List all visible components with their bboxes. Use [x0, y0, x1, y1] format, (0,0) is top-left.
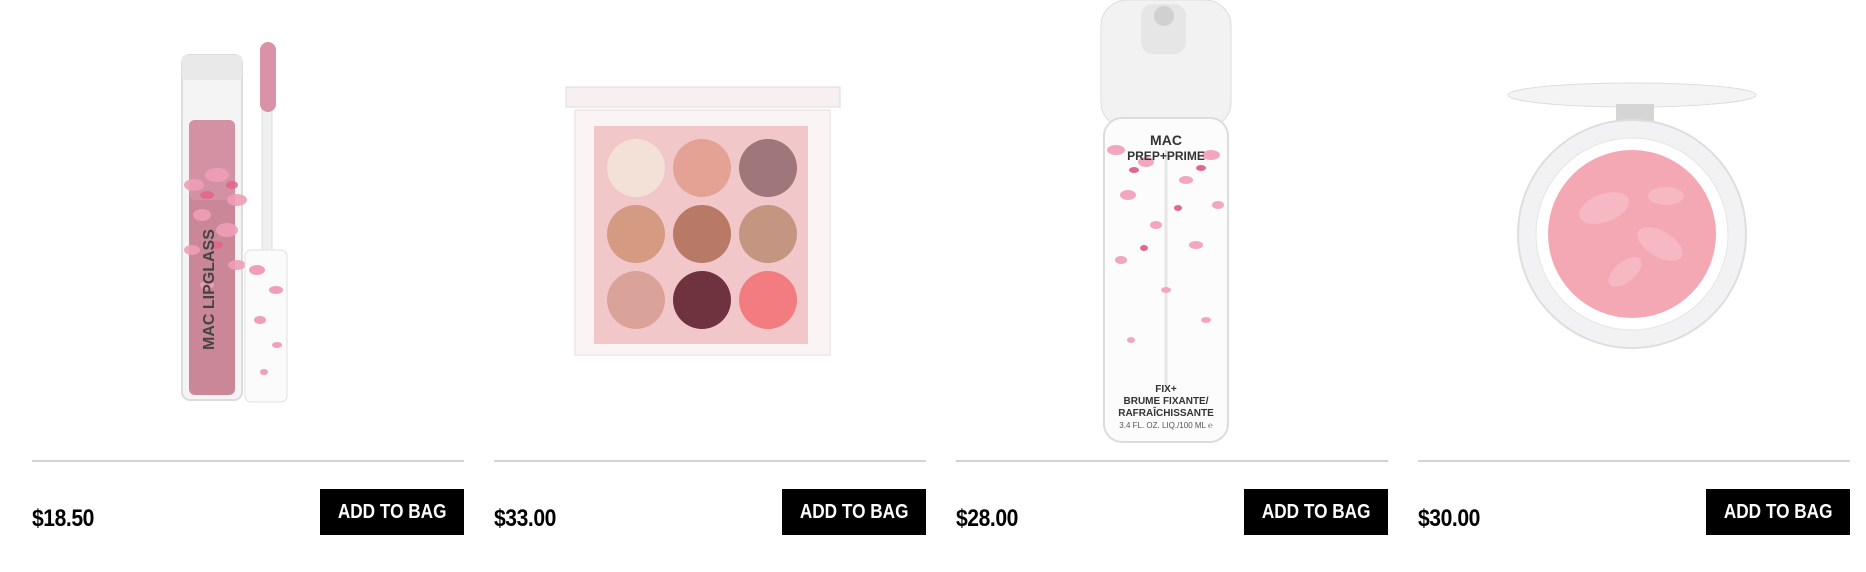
svg-text:FIX+: FIX+ [1155, 384, 1177, 395]
add-to-bag-button[interactable]: ADD TO BAG [782, 489, 926, 535]
product-card: $33.00 ADD TO BAG [494, 0, 926, 572]
divider [956, 460, 1388, 462]
product-grid: MAC LIPGLASS $18.50 ADD TO BAG $33.00 AD… [0, 0, 1866, 572]
product-image-lipglass[interactable]: MAC LIPGLASS [32, 0, 464, 455]
svg-text:BRUME FIXANTE/: BRUME FIXANTE/ [1124, 396, 1209, 407]
svg-text:RAFRAÎCHISSANTE: RAFRAÎCHISSANTE [1118, 406, 1214, 419]
product-price: $18.50 [32, 505, 94, 532]
product-card: $30.00 ADD TO BAG [1418, 0, 1850, 572]
divider [494, 460, 926, 462]
product-image-compact[interactable] [1418, 0, 1850, 455]
svg-text:PREP+PRIME: PREP+PRIME [1127, 149, 1205, 163]
add-to-bag-button[interactable]: ADD TO BAG [1706, 489, 1850, 535]
divider [32, 460, 464, 462]
product-price: $28.00 [956, 505, 1018, 532]
svg-text:MAC: MAC [1150, 132, 1182, 148]
product-card: MAC PREP+PRIME FIX+ BRUME FIXANTE/ RAFRA… [956, 0, 1388, 572]
add-to-bag-button[interactable]: ADD TO BAG [1244, 489, 1388, 535]
product-price: $30.00 [1418, 505, 1480, 532]
product-card: MAC LIPGLASS $18.50 ADD TO BAG [32, 0, 464, 572]
product-image-palette[interactable] [494, 0, 926, 455]
divider [1418, 460, 1850, 462]
lipglass-illustration: MAC LIPGLASS [181, 42, 288, 403]
add-to-bag-button[interactable]: ADD TO BAG [320, 489, 464, 535]
spray-illustration: MAC PREP+PRIME FIX+ BRUME FIXANTE/ RAFRA… [1100, 0, 1232, 443]
palette-illustration [565, 86, 841, 356]
compact-illustration [1507, 82, 1757, 349]
product-price: $33.00 [494, 505, 556, 532]
svg-text:3.4 FL. OZ. LIQ./100 ML ℮: 3.4 FL. OZ. LIQ./100 ML ℮ [1119, 421, 1213, 430]
product-image-spray[interactable]: MAC PREP+PRIME FIX+ BRUME FIXANTE/ RAFRA… [956, 0, 1388, 455]
svg-text:MAC LIPGLASS: MAC LIPGLASS [201, 229, 218, 350]
